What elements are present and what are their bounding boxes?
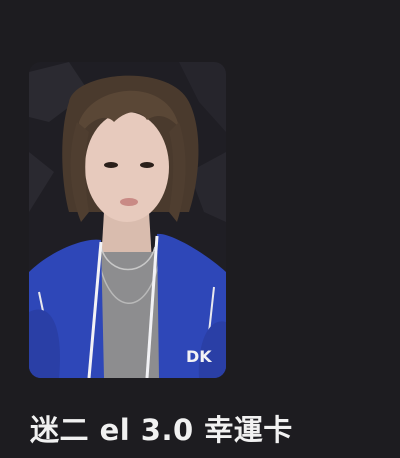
product-screen: DK 迷二 el 3.0 幸運卡 bbox=[0, 0, 400, 458]
person-photo: DK bbox=[29, 62, 226, 378]
product-title: 迷二 el 3.0 幸運卡 bbox=[30, 413, 293, 447]
photocard-image[interactable]: DK bbox=[29, 62, 226, 378]
jersey-text: DK bbox=[186, 347, 212, 366]
eye-right bbox=[140, 162, 154, 168]
lips bbox=[120, 198, 138, 206]
eye-left bbox=[104, 162, 118, 168]
